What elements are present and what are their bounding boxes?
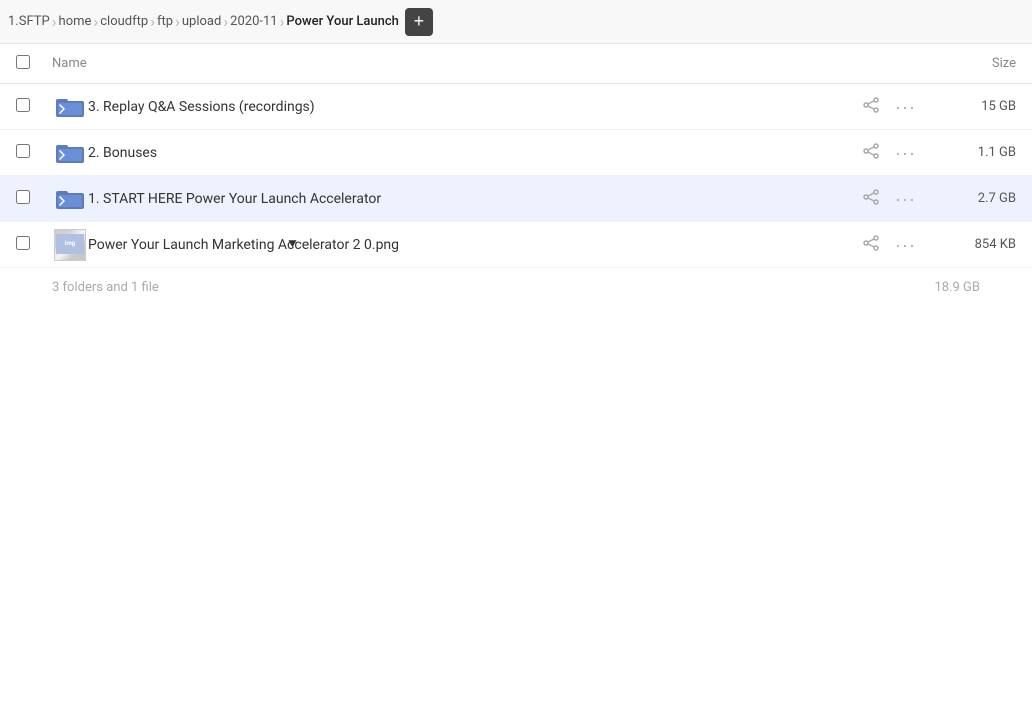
row-actions: ··· (859, 93, 920, 121)
row-filename: 2. Bonuses (88, 145, 859, 161)
header-checkbox-col (16, 55, 52, 73)
breadcrumb-item-upload[interactable]: upload (182, 14, 221, 29)
row-actions: ··· (859, 139, 920, 167)
folder-icon (56, 141, 84, 165)
size-column-header: Size (916, 56, 1016, 71)
summary-left: 3 folders and 1 file (52, 280, 159, 295)
file-row[interactable]: 2. Bonuses ··· 1.1 GB (0, 130, 1032, 176)
more-button[interactable]: ··· (891, 186, 920, 212)
row-select-checkbox[interactable] (16, 98, 30, 112)
breadcrumb-separator: › (280, 12, 285, 31)
breadcrumb-item-power-your-launch[interactable]: Power Your Launch (286, 14, 399, 29)
row-actions: ··· (859, 231, 920, 259)
breadcrumb-separator: › (93, 12, 98, 31)
row-size: 1.1 GB (936, 145, 1016, 160)
row-filename: Power Your Launch Marketing Accelerator … (88, 237, 859, 253)
breadcrumb-item-cloudftp[interactable]: cloudftp (100, 14, 148, 29)
row-checkbox[interactable] (16, 236, 52, 254)
breadcrumb-item-2020-11[interactable]: 2020-11 (230, 14, 277, 29)
row-checkbox[interactable] (16, 98, 52, 116)
summary-bar: 3 folders and 1 file 18.9 GB (0, 272, 1032, 303)
breadcrumb-separator: › (150, 12, 155, 31)
more-button[interactable]: ··· (891, 94, 920, 120)
row-filename: 1. START HERE Power Your Launch Accelera… (88, 191, 859, 207)
share-button[interactable] (859, 185, 883, 213)
more-button[interactable]: ··· (891, 232, 920, 258)
share-button[interactable] (859, 139, 883, 167)
more-button[interactable]: ··· (891, 140, 920, 166)
folder-icon (56, 95, 84, 119)
row-checkbox[interactable] (16, 144, 52, 162)
breadcrumb-separator: › (52, 12, 57, 31)
breadcrumb-item-ftp[interactable]: ftp (157, 14, 173, 29)
row-actions: ··· (859, 185, 920, 213)
summary-right: 18.9 GB (934, 280, 980, 295)
row-size: 2.7 GB (936, 191, 1016, 206)
png-thumbnail: img (54, 229, 86, 261)
row-select-checkbox[interactable] (16, 190, 30, 204)
select-all-checkbox[interactable] (16, 55, 30, 69)
name-column-header: Name (52, 56, 916, 71)
breadcrumb: 1.SFTP›home›cloudftp›ftp›upload›2020-11›… (0, 0, 1032, 44)
share-button[interactable] (859, 93, 883, 121)
row-size: 854 KB (936, 237, 1016, 252)
file-row[interactable]: img Power Your Launch Marketing Accelera… (0, 222, 1032, 268)
breadcrumb-item-home[interactable]: home (59, 14, 92, 29)
row-icon (52, 141, 88, 165)
row-filename: 3. Replay Q&A Sessions (recordings) (88, 99, 859, 115)
row-select-checkbox[interactable] (16, 236, 30, 250)
folder-icon (56, 187, 84, 211)
row-select-checkbox[interactable] (16, 144, 30, 158)
row-icon (52, 187, 88, 211)
breadcrumb-separator: › (223, 12, 228, 31)
share-button[interactable] (859, 231, 883, 259)
row-size: 15 GB (936, 99, 1016, 114)
add-button[interactable]: + (405, 8, 433, 36)
breadcrumb-item-1.sftp[interactable]: 1.SFTP (8, 14, 50, 29)
breadcrumb-separator: › (175, 12, 180, 31)
row-icon: img (52, 229, 88, 261)
file-row[interactable]: 1. START HERE Power Your Launch Accelera… (0, 176, 1032, 222)
file-row[interactable]: 3. Replay Q&A Sessions (recordings) ··· … (0, 84, 1032, 130)
row-checkbox[interactable] (16, 190, 52, 208)
table-header: Name Size (0, 44, 1032, 84)
file-list: 3. Replay Q&A Sessions (recordings) ··· … (0, 84, 1032, 268)
row-icon (52, 95, 88, 119)
